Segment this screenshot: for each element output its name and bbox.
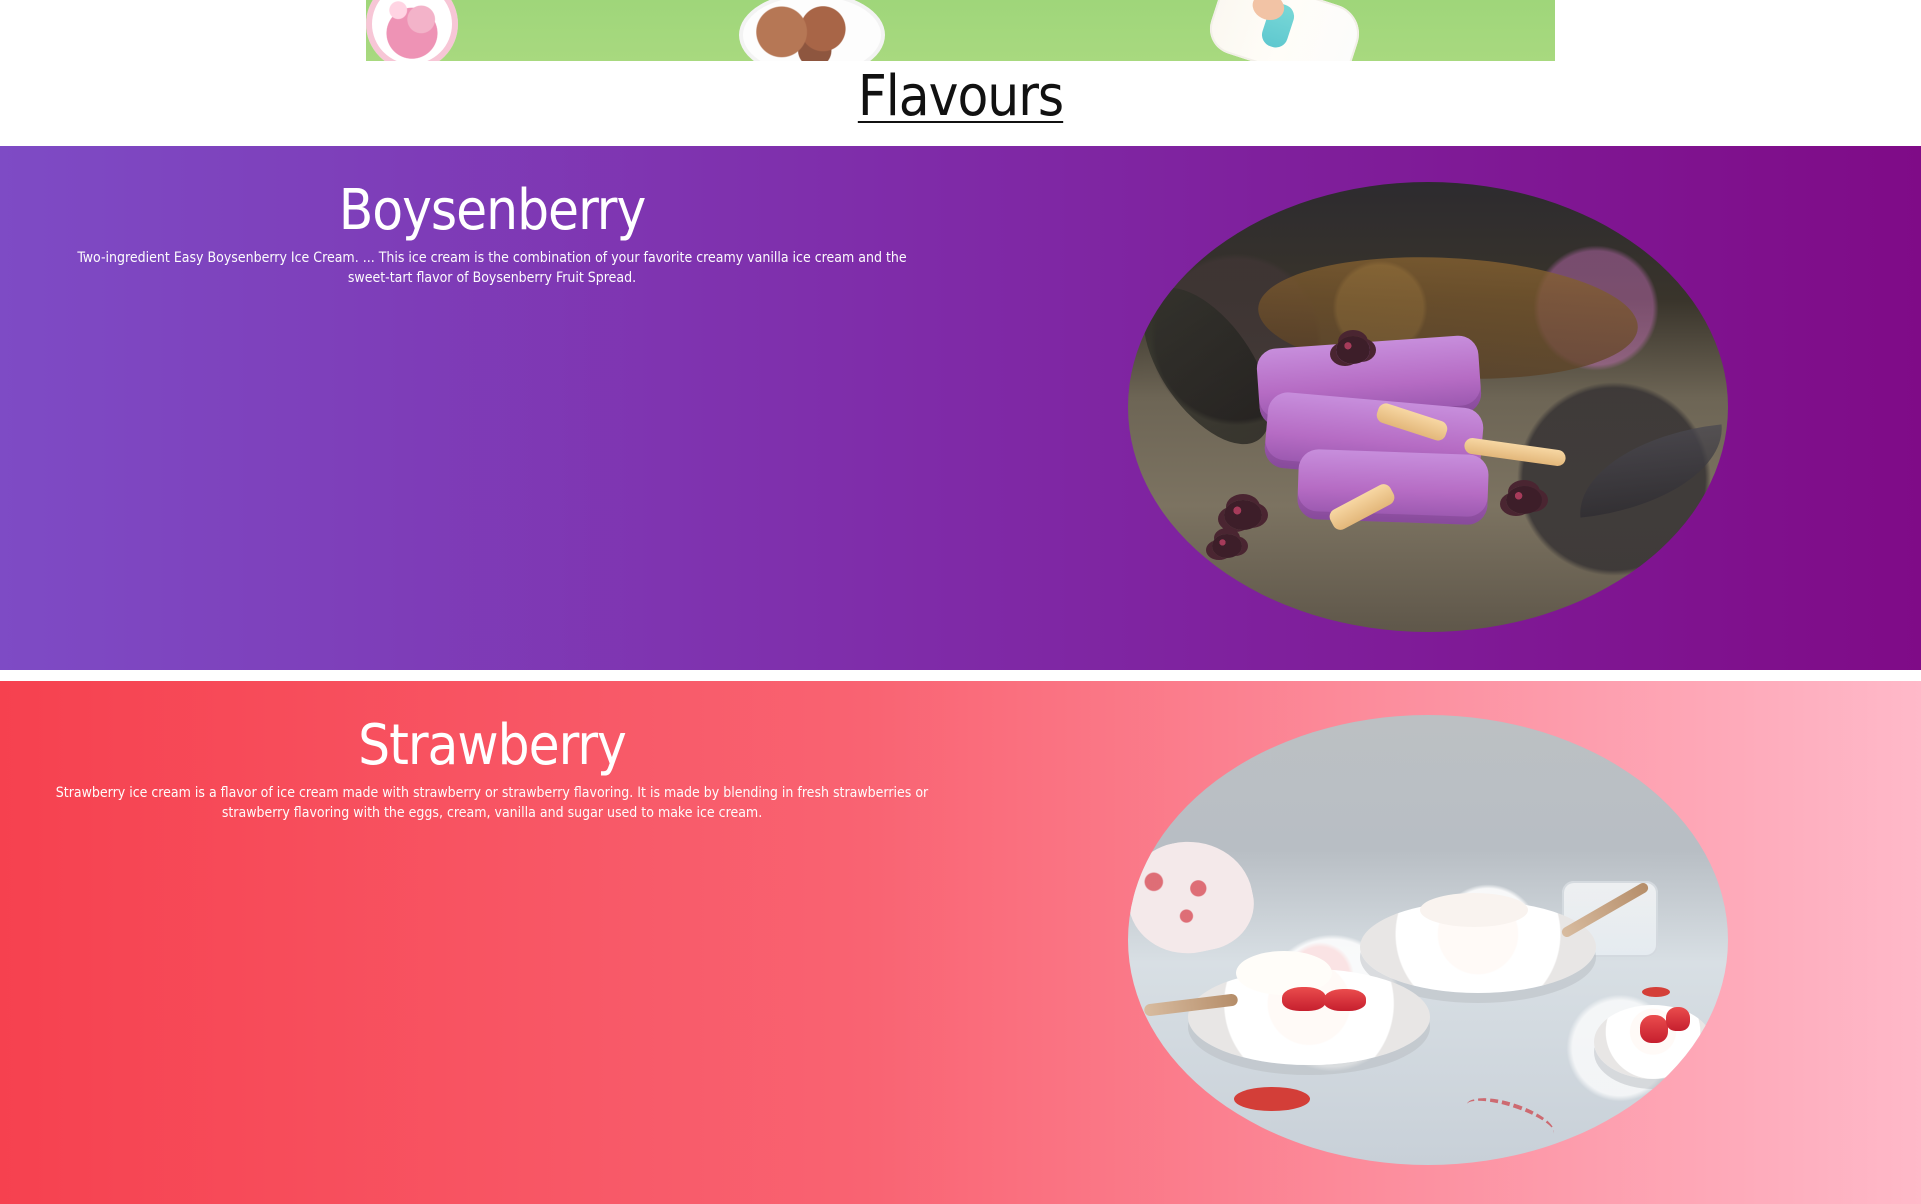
ice-cream-scoop-back xyxy=(1420,893,1528,927)
boysenberry-popsicle-bottom xyxy=(1296,448,1490,526)
boysenberry-flavor-image xyxy=(1128,182,1728,632)
flavor-copy-boysenberry: Boysenberry Two-ingredient Easy Boysenbe… xyxy=(0,146,984,288)
strawberry-flavor-image xyxy=(1128,715,1728,1165)
strawberry-slice-right xyxy=(1324,989,1366,1011)
baker-twine-image-detail xyxy=(1461,1089,1559,1149)
strawberry-slice-left xyxy=(1282,987,1326,1011)
flavours-page: Flavours Boysenberry Two-ingredient Easy… xyxy=(0,0,1921,1204)
pink-ice-cream-scoop-image xyxy=(366,0,458,61)
blackberry-top xyxy=(1336,336,1370,364)
flavor-title-boysenberry: Boysenberry xyxy=(338,178,647,243)
strawberry-in-small-bowl-left xyxy=(1640,1015,1668,1043)
napkin-image-detail xyxy=(1128,829,1263,965)
flavor-description-boysenberry: Two-ingredient Easy Boysenberry Ice Crea… xyxy=(77,250,907,286)
blackberry-left xyxy=(1224,500,1262,530)
chocolate-ice-cream-cup-image xyxy=(739,0,885,61)
flavor-section-strawberry: Strawberry Strawberry ice cream is a fla… xyxy=(0,681,1921,1204)
flavor-title-strawberry: Strawberry xyxy=(358,713,627,778)
blackberry-bottom-left xyxy=(1212,534,1242,558)
flavor-description-strawberry: Strawberry ice cream is a flavor of ice … xyxy=(55,785,929,821)
flavor-section-boysenberry: Boysenberry Two-ingredient Easy Boysenbe… xyxy=(0,146,1921,670)
strawberry-in-small-bowl-right xyxy=(1666,1007,1690,1031)
strawberry-sauce-splash-right xyxy=(1642,987,1670,997)
strawberry-sauce-splash-front xyxy=(1234,1087,1310,1111)
hero-image xyxy=(366,0,1555,61)
flavours-heading: Flavours xyxy=(857,64,1064,129)
flavor-copy-strawberry: Strawberry Strawberry ice cream is a fla… xyxy=(0,681,984,823)
right-leaf-image-detail xyxy=(1572,424,1728,518)
blackberry-right xyxy=(1506,486,1542,514)
ice-cream-cone-image xyxy=(1203,0,1367,61)
